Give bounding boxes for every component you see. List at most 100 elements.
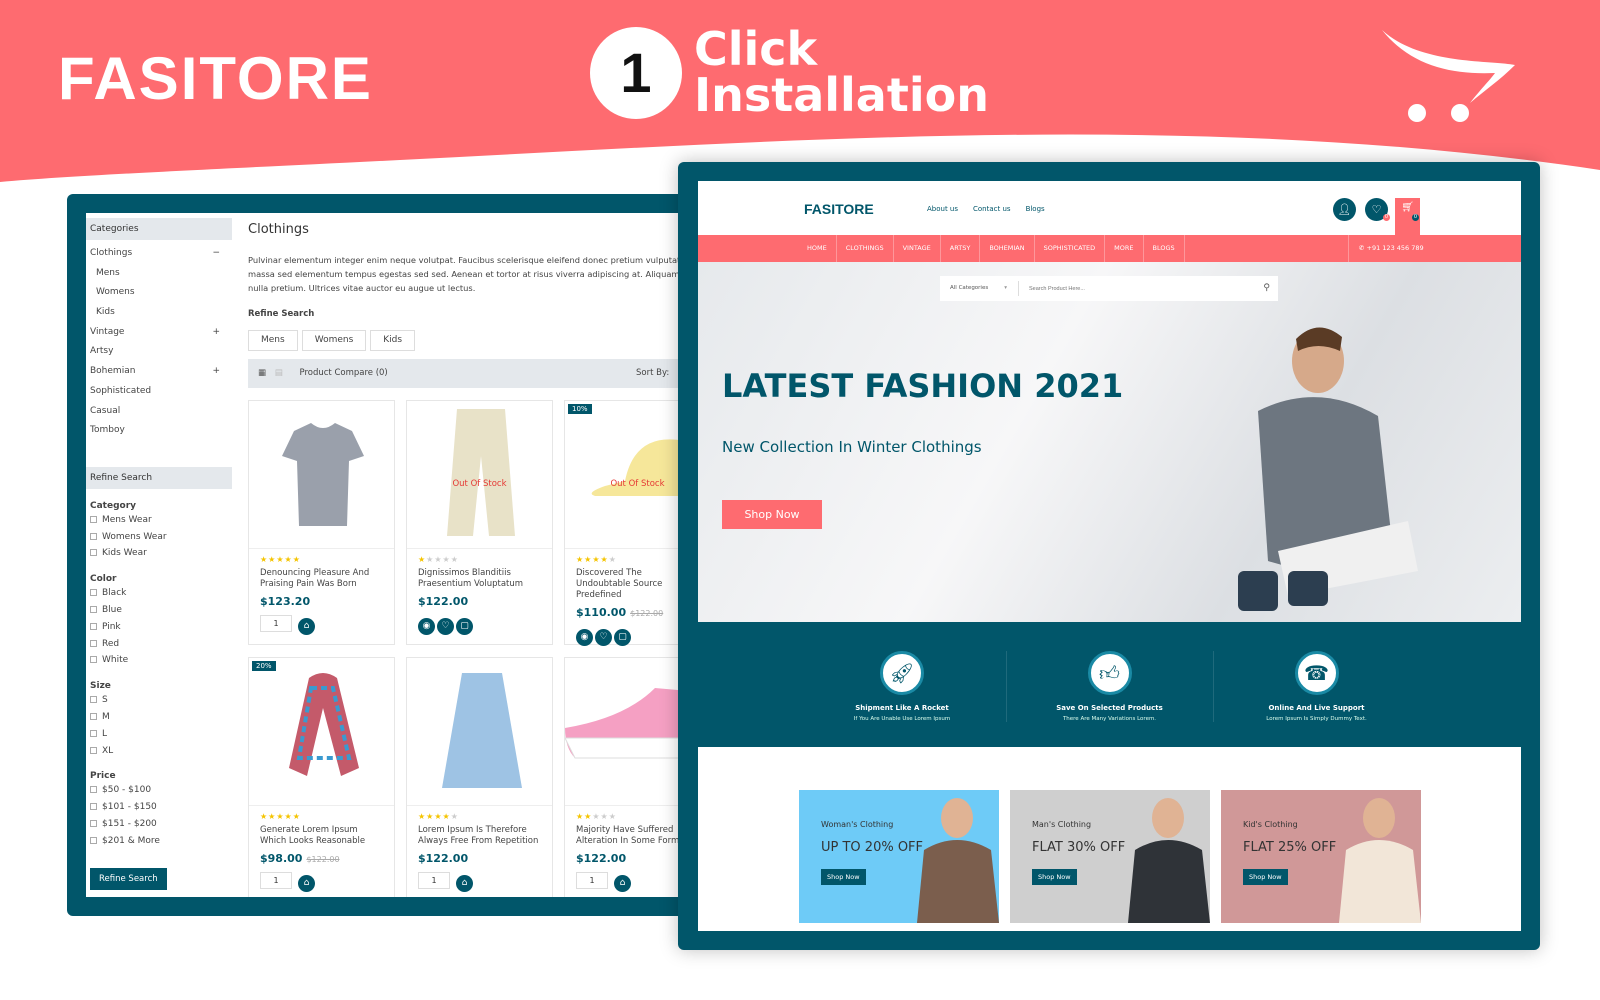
quick-view-icon[interactable]: ◉ — [576, 629, 593, 646]
promo-banner[interactable]: Kid's Clothing FLAT 25% OFF Shop Now — [1221, 790, 1421, 923]
nav-item[interactable]: SOPHISTICATED — [1035, 235, 1106, 262]
list-view-icon[interactable]: ▤ — [275, 368, 283, 378]
filter-checkbox[interactable]: Mens Wear — [90, 515, 228, 532]
filter-checkbox[interactable]: Black — [90, 588, 228, 605]
nav-item[interactable]: CLOTHINGS — [837, 235, 894, 262]
quantity-stepper[interactable]: 1 — [418, 872, 450, 889]
checkbox-icon[interactable] — [90, 606, 97, 614]
product-name[interactable]: Denouncing Pleasure And Praising Pain Wa… — [260, 568, 383, 590]
checkbox-icon[interactable] — [90, 746, 97, 754]
checkbox-icon[interactable] — [90, 696, 97, 704]
search-input[interactable] — [1018, 281, 1248, 296]
filter-checkbox[interactable]: Kids Wear — [90, 548, 228, 565]
add-to-cart-icon[interactable]: ⌂ — [614, 875, 631, 892]
add-to-cart-icon[interactable]: ⌂ — [456, 875, 473, 892]
checkbox-icon[interactable] — [90, 656, 97, 664]
quantity-stepper[interactable]: 1 — [576, 872, 608, 889]
sidebar-category[interactable]: Tomboy — [90, 425, 228, 445]
filter-checkbox[interactable]: Blue — [90, 605, 228, 622]
sidebar-category[interactable]: Artsy — [90, 346, 228, 366]
product-card[interactable]: ★★★★★ Lorem Ipsum Is Therefore Always Fr… — [406, 657, 553, 897]
quantity-stepper[interactable]: 1 — [260, 615, 292, 632]
collapse-icon[interactable]: − — [212, 248, 220, 258]
sidebar-category[interactable]: Sophisticated — [90, 386, 228, 406]
grid-view-icon[interactable]: ▦ — [258, 368, 266, 378]
promo-banner[interactable]: Man's Clothing FLAT 30% OFF Shop Now — [1010, 790, 1210, 923]
filter-checkbox[interactable]: S — [90, 695, 228, 712]
quick-view-icon[interactable]: ◉ — [418, 618, 435, 635]
checkbox-icon[interactable] — [90, 729, 97, 737]
refine-button[interactable]: Womens — [301, 330, 367, 351]
promo-shop-now-button[interactable]: Shop Now — [1032, 869, 1077, 885]
sidebar-category[interactable]: Clothings − — [90, 248, 228, 268]
nav-item[interactable]: MORE — [1105, 235, 1144, 262]
product-card[interactable]: 20% ★★★★★ Generate Lorem Ipsum Which Loo… — [248, 657, 395, 897]
sidebar-subcategory[interactable]: Womens — [90, 287, 228, 307]
promo-shop-now-button[interactable]: Shop Now — [1243, 869, 1288, 885]
checkbox-icon[interactable] — [90, 549, 97, 557]
add-to-cart-icon[interactable]: ⌂ — [298, 618, 315, 635]
product-name[interactable]: Dignissimos Blanditiis Praesentium Volup… — [418, 568, 541, 590]
top-link[interactable]: Contact us — [973, 205, 1011, 213]
filter-checkbox[interactable]: Womens Wear — [90, 532, 228, 549]
wishlist-icon[interactable]: ♡ 0 — [1365, 198, 1390, 221]
product-card[interactable]: Out Of Stock ★★★★★ Dignissimos Blanditii… — [406, 400, 553, 645]
product-image[interactable]: 20% — [249, 658, 394, 806]
filter-checkbox[interactable]: White — [90, 655, 228, 672]
checkbox-icon[interactable] — [90, 622, 97, 630]
checkbox-icon[interactable] — [90, 639, 97, 647]
filter-checkbox[interactable]: Red — [90, 639, 228, 656]
filter-checkbox[interactable]: XL — [90, 746, 228, 763]
nav-item[interactable]: BOHEMIAN — [980, 235, 1035, 262]
filter-checkbox[interactable]: $151 - $200 — [90, 819, 228, 836]
filter-checkbox[interactable]: Pink — [90, 622, 228, 639]
wishlist-icon[interactable]: ♡ — [437, 618, 454, 635]
checkbox-icon[interactable] — [90, 836, 97, 844]
sidebar-category[interactable]: Vintage + — [90, 327, 228, 347]
shop-now-button[interactable]: Shop Now — [722, 500, 822, 529]
product-name[interactable]: Lorem Ipsum Is Therefore Always Free Fro… — [418, 825, 541, 847]
filter-checkbox[interactable]: $50 - $100 — [90, 785, 228, 802]
expand-icon[interactable]: + — [212, 366, 220, 376]
checkbox-icon[interactable] — [90, 532, 97, 540]
checkbox-icon[interactable] — [90, 589, 97, 597]
nav-item[interactable]: BLOGS — [1144, 235, 1185, 262]
filter-checkbox[interactable]: $101 - $150 — [90, 802, 228, 819]
refine-search-button[interactable]: Refine Search — [90, 867, 167, 890]
checkbox-icon[interactable] — [90, 713, 97, 721]
sidebar-category[interactable]: Casual — [90, 406, 228, 426]
sidebar-category[interactable]: Bohemian + — [90, 366, 228, 386]
product-image[interactable]: Out Of Stock — [407, 401, 552, 549]
promo-banner[interactable]: Woman's Clothing UP TO 20% OFF Shop Now — [799, 790, 999, 923]
compare-icon[interactable]: ▢ — [456, 618, 473, 635]
compare-icon[interactable]: ▢ — [614, 629, 631, 646]
checkbox-icon[interactable] — [90, 786, 97, 794]
category-select[interactable]: All Categories — [950, 285, 988, 291]
filter-checkbox[interactable]: L — [90, 729, 228, 746]
sidebar-subcategory[interactable]: Kids — [90, 307, 228, 327]
sidebar-subcategory[interactable]: Mens — [90, 268, 228, 288]
checkbox-icon[interactable] — [90, 820, 97, 828]
nav-item[interactable]: VINTAGE — [894, 235, 941, 262]
nav-item[interactable]: ARTSY — [941, 235, 981, 262]
product-compare-link[interactable]: Product Compare (0) — [299, 368, 387, 378]
product-image[interactable] — [249, 401, 394, 549]
checkbox-icon[interactable] — [90, 803, 97, 811]
checkbox-icon[interactable] — [90, 515, 97, 523]
account-icon[interactable]: 👤︎ — [1333, 198, 1356, 221]
refine-button[interactable]: Mens — [248, 330, 298, 351]
wishlist-icon[interactable]: ♡ — [595, 629, 612, 646]
filter-checkbox[interactable]: $201 & More — [90, 836, 228, 853]
product-image[interactable] — [407, 658, 552, 806]
store-logo[interactable]: FASITORE — [804, 201, 874, 217]
quantity-stepper[interactable]: 1 — [260, 872, 292, 889]
top-link[interactable]: Blogs — [1026, 205, 1045, 213]
cart-button[interactable]: 🛒︎ 0 — [1395, 198, 1420, 235]
search-icon[interactable]: ⚲ — [1263, 276, 1270, 301]
filter-checkbox[interactable]: M — [90, 712, 228, 729]
product-name[interactable]: Generate Lorem Ipsum Which Looks Reasona… — [260, 825, 383, 847]
refine-button[interactable]: Kids — [370, 330, 416, 351]
add-to-cart-icon[interactable]: ⌂ — [298, 875, 315, 892]
promo-shop-now-button[interactable]: Shop Now — [821, 869, 866, 885]
expand-icon[interactable]: + — [212, 327, 220, 337]
